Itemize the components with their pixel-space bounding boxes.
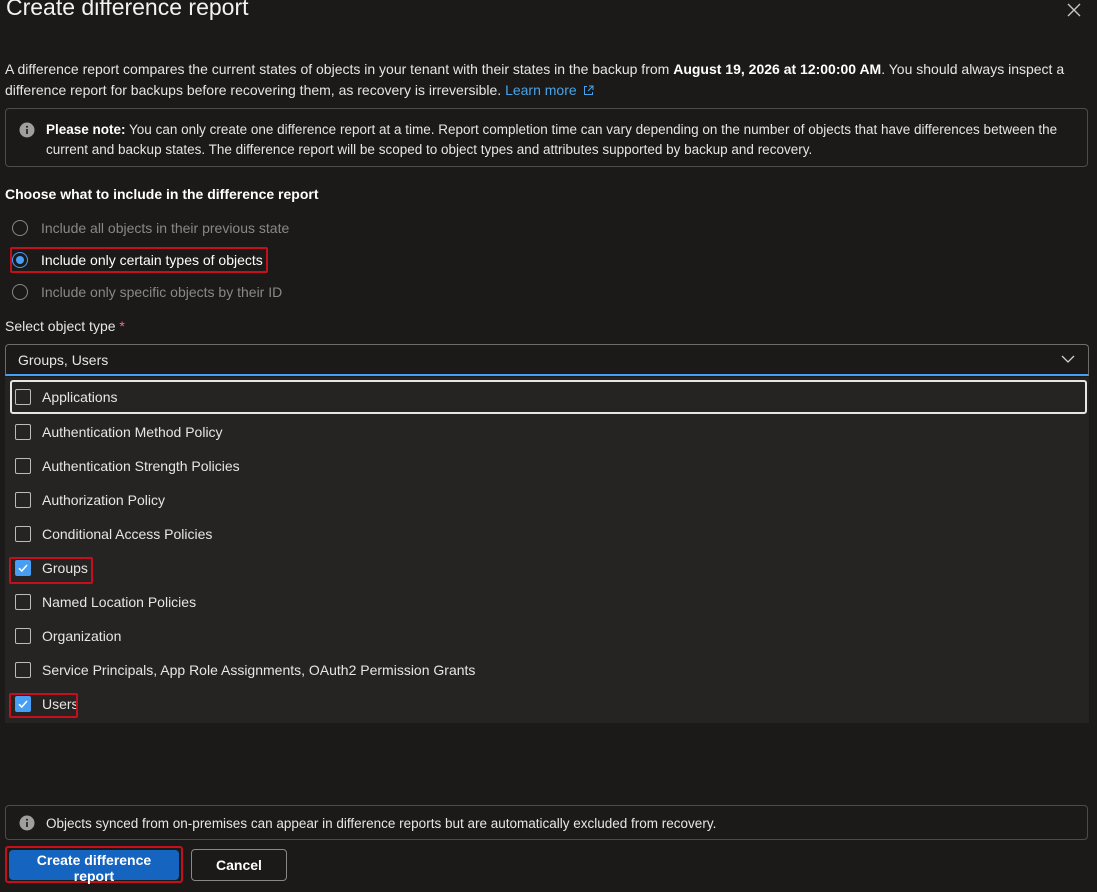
option-label: Authentication Strength Policies — [42, 458, 240, 474]
checkbox[interactable] — [15, 458, 31, 474]
radio-label: Include all objects in their previous st… — [41, 220, 290, 236]
dropdown-value: Groups, Users — [18, 352, 109, 368]
object-type-label-text: Select object type — [5, 318, 116, 334]
checkbox[interactable] — [15, 492, 31, 508]
info-icon — [19, 122, 35, 138]
option-applications[interactable]: Applications — [10, 380, 1087, 414]
radio-include-all[interactable]: Include all objects in their previous st… — [12, 217, 289, 239]
cancel-button[interactable]: Cancel — [191, 849, 287, 881]
chevron-down-icon — [1061, 355, 1075, 363]
checkbox[interactable] — [15, 662, 31, 678]
learn-more-link[interactable]: Learn more — [505, 82, 594, 98]
option-label: Authorization Policy — [42, 492, 165, 508]
create-difference-report-button[interactable]: Create difference report — [9, 850, 179, 884]
close-icon[interactable] — [1064, 0, 1084, 20]
info-icon — [19, 815, 35, 831]
checkbox[interactable] — [15, 628, 31, 644]
external-link-icon — [583, 85, 594, 95]
sync-note-text: Objects synced from on-premises can appe… — [46, 816, 717, 831]
please-note-label: Please note: — [46, 122, 126, 137]
option-conditional-access-policies[interactable]: Conditional Access Policies — [10, 517, 1087, 551]
option-label: Organization — [42, 628, 122, 644]
learn-more-label: Learn more — [505, 82, 577, 98]
object-type-label: Select object type * — [5, 318, 125, 334]
radio-button[interactable] — [12, 220, 28, 236]
radio-include-by-id[interactable]: Include only specific objects by their I… — [12, 281, 282, 303]
object-type-listbox: Applications Authentication Method Polic… — [5, 377, 1089, 723]
please-note-text: Please note: You can only create one dif… — [46, 120, 1076, 160]
option-groups[interactable]: Groups — [10, 551, 1087, 585]
checkbox[interactable] — [15, 389, 31, 405]
option-label: Applications — [42, 389, 118, 405]
highlight-frame — [9, 557, 93, 584]
required-mark: * — [119, 318, 125, 334]
please-note-body: You can only create one difference repor… — [46, 122, 1058, 157]
option-label: Service Principals, App Role Assignments… — [42, 662, 476, 678]
highlight-frame — [10, 247, 268, 273]
include-heading: Choose what to include in the difference… — [5, 186, 319, 202]
option-label: Authentication Method Policy — [42, 424, 223, 440]
checkbox[interactable] — [15, 526, 31, 542]
radio-label: Include only specific objects by their I… — [41, 284, 283, 300]
option-organization[interactable]: Organization — [10, 619, 1087, 653]
highlight-frame — [9, 693, 78, 718]
option-users[interactable]: Users — [10, 687, 1087, 721]
backup-date: August 19, 2026 at 12:00:00 AM — [673, 61, 882, 77]
option-authentication-strength-policies[interactable]: Authentication Strength Policies — [10, 449, 1087, 483]
option-label: Conditional Access Policies — [42, 526, 213, 542]
panel-title: Create difference report — [6, 0, 249, 20]
intro-part1: A difference report compares the current… — [5, 61, 674, 77]
option-authorization-policy[interactable]: Authorization Policy — [10, 483, 1087, 517]
please-note-box: Please note: You can only create one dif… — [5, 108, 1088, 167]
checkbox[interactable] — [15, 594, 31, 610]
checkbox[interactable] — [15, 424, 31, 440]
radio-button[interactable] — [12, 284, 28, 300]
sync-note-box: Objects synced from on-premises can appe… — [5, 805, 1088, 840]
object-type-dropdown[interactable]: Groups, Users — [5, 344, 1089, 376]
option-label: Named Location Policies — [42, 594, 197, 610]
option-authentication-method-policy[interactable]: Authentication Method Policy — [10, 415, 1087, 449]
option-named-location-policies[interactable]: Named Location Policies — [10, 585, 1087, 619]
option-service-principals[interactable]: Service Principals, App Role Assignments… — [10, 653, 1087, 687]
intro-text: A difference report compares the current… — [5, 59, 1085, 101]
